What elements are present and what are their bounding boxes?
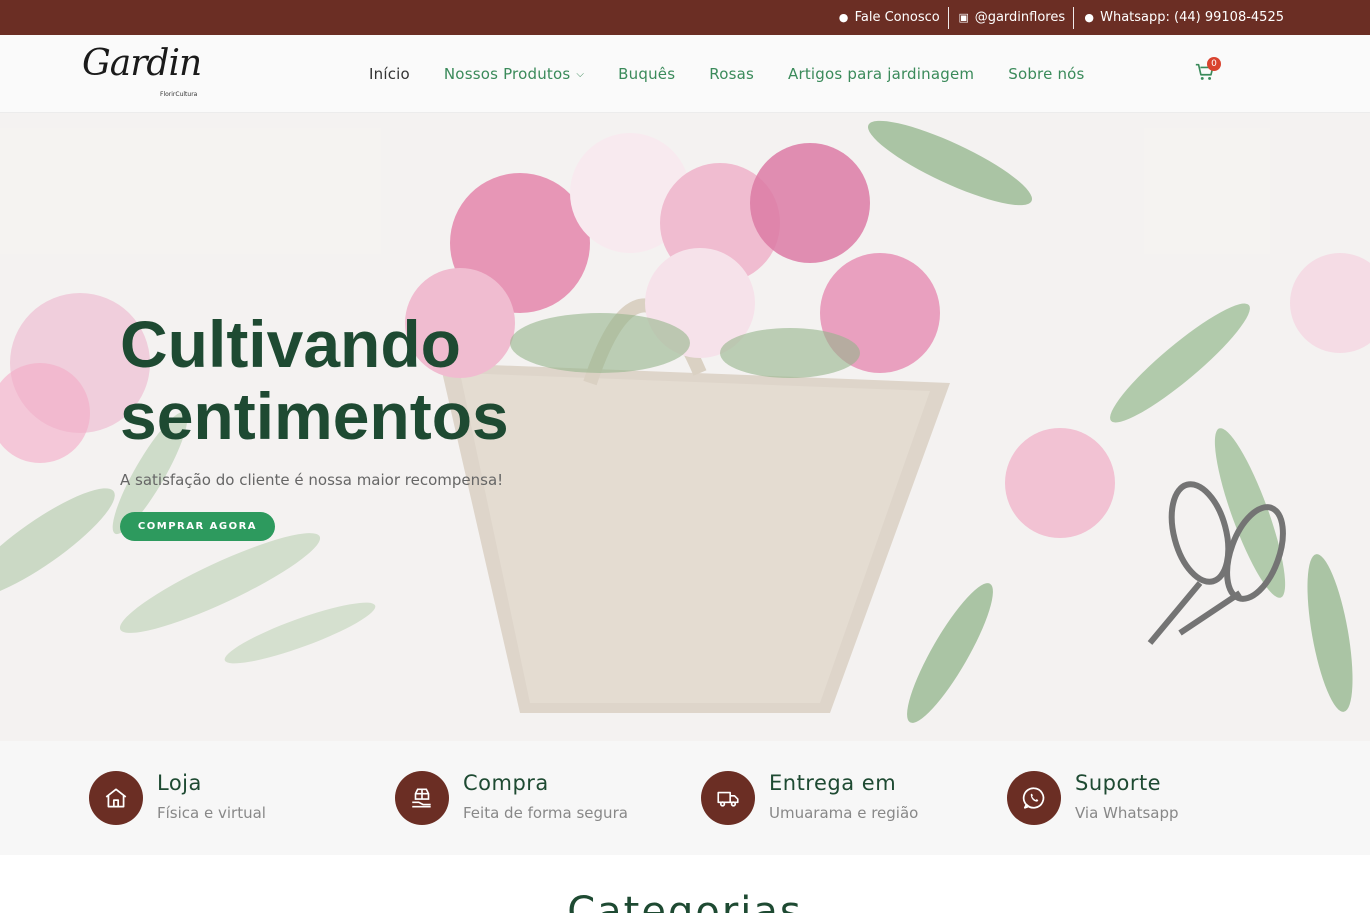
hero-title-line1: Cultivando [120, 307, 461, 381]
contact-label: Fale Conosco [854, 10, 940, 25]
hero-title: Cultivando sentimentos [120, 308, 600, 452]
instagram-link[interactable]: ▣ @gardinflores [949, 10, 1073, 25]
nav-item-rosas[interactable]: Rosas [709, 65, 754, 83]
nav-label: Buquês [618, 65, 676, 83]
feature-subtitle: Feita de forma segura [463, 804, 628, 822]
feature-title: Suporte [1075, 771, 1162, 795]
feature-icon-circle [701, 771, 755, 825]
house-icon [105, 788, 127, 808]
logo-script: Gardin [82, 43, 202, 84]
main-nav: Início Nossos Produtos ⌵ Buquês Rosas Art… [369, 35, 1119, 113]
feature-title: Entrega em [769, 771, 897, 795]
chat-icon: ● [838, 11, 849, 24]
nav-item-buques[interactable]: Buquês [618, 65, 675, 83]
contact-link[interactable]: ● Fale Conosco [829, 10, 948, 25]
feature-subtitle: Umuarama e região [769, 804, 919, 822]
nav-item-artigos[interactable]: Artigos para jardinagem [788, 65, 974, 83]
feature-icon-circle [395, 771, 449, 825]
hero-title-line2: sentimentos [120, 379, 509, 453]
cart-button[interactable]: 0 [1194, 57, 1221, 87]
whatsapp-link[interactable]: ● Whatsapp: (44) 99108-4525 [1074, 10, 1292, 25]
truck-icon [717, 791, 739, 807]
nav-item-inicio[interactable]: Início [369, 65, 410, 83]
nav-label: Nossos Produtos [443, 65, 571, 83]
whatsapp-icon [1022, 787, 1045, 809]
features-bar: Loja Física e virtual Compra Feita de fo… [0, 741, 1370, 855]
instagram-icon: ▣ [958, 11, 969, 24]
whatsapp-label: Whatsapp: (44) 99108-4525 [1100, 10, 1284, 25]
nav-label: Início [369, 65, 410, 83]
cart-count-badge: 0 [1207, 57, 1221, 71]
box-hand-icon [412, 788, 431, 808]
instagram-label: @gardinflores [974, 10, 1066, 25]
nav-item-sobre[interactable]: Sobre nós [1008, 65, 1084, 83]
feature-icon-circle [1007, 771, 1061, 825]
categories-title: Categorias [567, 889, 803, 913]
feature-subtitle: Física e virtual [157, 804, 266, 822]
hero-banner: Cultivando sentimentos A satisfação do c… [0, 113, 1370, 741]
whatsapp-icon: ● [1084, 11, 1094, 24]
feature-subtitle: Via Whatsapp [1075, 804, 1179, 822]
categories-section: Categorias [0, 855, 1370, 913]
logo-subtitle: FlorirCultura [160, 91, 198, 98]
site-logo[interactable]: Gardin FlorirCultura [82, 43, 212, 105]
site-header: Gardin FlorirCultura Início Nossos Produ… [0, 35, 1370, 113]
top-bar: ● Fale Conosco ▣ @gardinflores ● Whatsap… [0, 0, 1370, 35]
feature-icon-circle [89, 771, 143, 825]
nav-label: Rosas [709, 65, 754, 83]
divider [1073, 6, 1075, 29]
nav-item-nossos-produtos[interactable]: Nossos Produtos ⌵ [444, 65, 584, 83]
divider [947, 6, 949, 29]
buy-now-button[interactable]: COMPRAR AGORA [120, 512, 275, 541]
hero-tagline: A satisfação do cliente é nossa maior re… [120, 471, 504, 489]
nav-label: Sobre nós [1008, 65, 1085, 83]
nav-label: Artigos para jardinagem [788, 65, 975, 83]
feature-title: Loja [157, 771, 202, 795]
chevron-down-icon: ⌵ [576, 68, 585, 80]
feature-title: Compra [463, 771, 549, 795]
